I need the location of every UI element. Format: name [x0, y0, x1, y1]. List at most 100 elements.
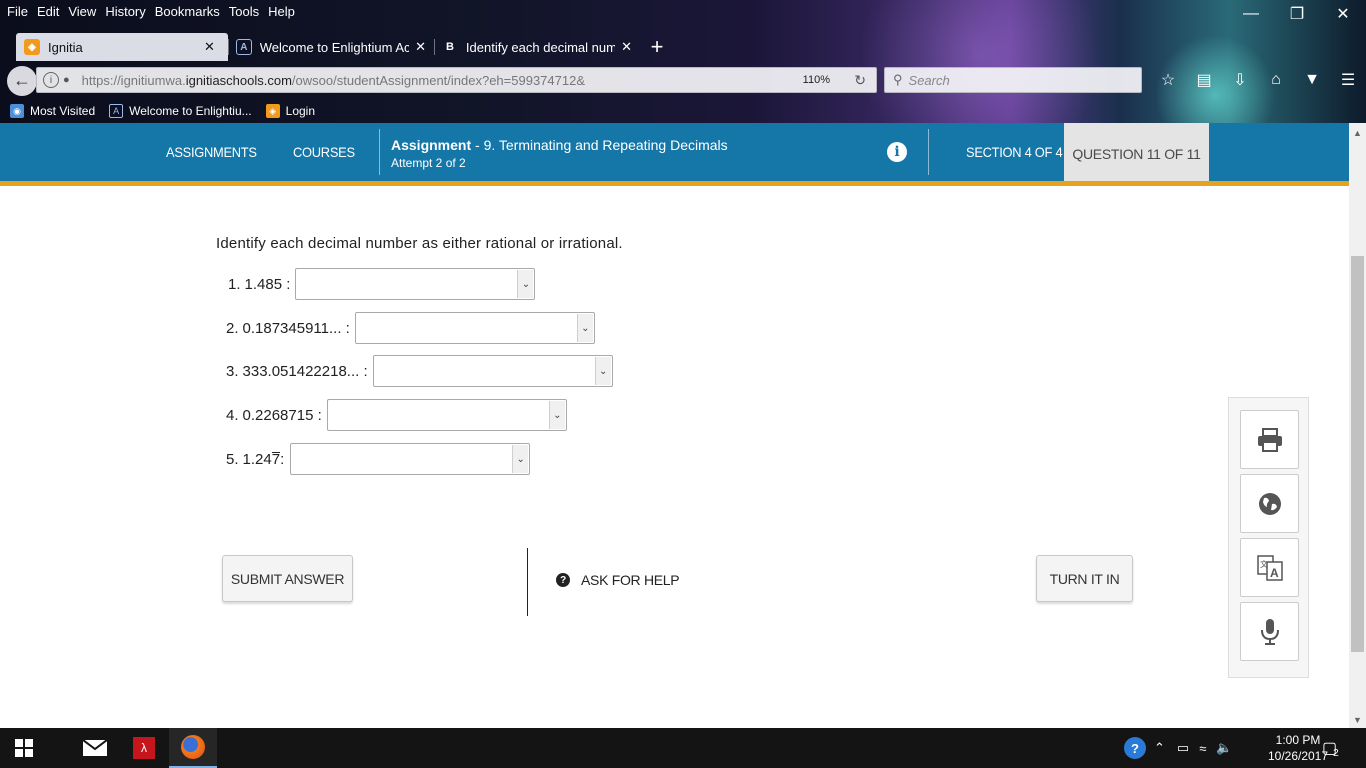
nav-courses[interactable]: COURSES	[293, 144, 355, 160]
zoom-level[interactable]: 110%	[803, 74, 830, 86]
hamburger-menu-icon[interactable]: ☰	[1330, 67, 1366, 93]
restore-icon[interactable]: ❐	[1274, 0, 1320, 28]
header-divider	[379, 129, 380, 175]
item-number: 5.	[226, 450, 239, 468]
volume-muted-icon[interactable]: 🔈	[1216, 740, 1232, 756]
bookmark-star-icon[interactable]: ☆	[1150, 67, 1186, 93]
menu-view[interactable]: View	[68, 4, 96, 19]
header-divider	[928, 129, 929, 175]
menu-file[interactable]: File	[7, 4, 28, 19]
answer-dropdown-2[interactable]: ⌄	[354, 312, 595, 344]
item-value-base: 1.24	[242, 450, 272, 468]
start-button[interactable]	[0, 728, 48, 768]
reading-list-icon[interactable]: ▤	[1186, 67, 1222, 93]
close-tab-icon[interactable]: ✕	[415, 39, 426, 55]
navigation-bar: ← i ● https://ignitiumwa.ignitiaschools.…	[0, 64, 1366, 97]
lock-icon: ●	[63, 74, 70, 86]
globe-bookmark-icon: ◉	[10, 104, 24, 118]
answer-dropdown-1[interactable]: ⌄	[295, 268, 536, 300]
scroll-down-icon[interactable]: ▼	[1349, 711, 1366, 728]
flame-icon: ◈	[24, 39, 40, 55]
menu-help[interactable]: Help	[268, 4, 295, 19]
menu-edit[interactable]: Edit	[37, 4, 59, 19]
minimize-icon[interactable]: —	[1228, 0, 1274, 28]
item-number: 1.	[228, 275, 241, 293]
acrobat-app-button[interactable]: λ	[120, 728, 168, 768]
item-number: 3.	[226, 362, 239, 380]
shield-icon: A	[109, 104, 124, 118]
printer-icon	[1257, 427, 1282, 452]
url-bar[interactable]: i ● https://ignitiumwa.ignitiaschools.co…	[36, 67, 877, 93]
bookmark-label: Login	[285, 104, 316, 118]
menu-bookmarks[interactable]: Bookmarks	[155, 4, 220, 19]
firefox-icon	[181, 735, 205, 759]
battery-icon[interactable]: ▭	[1177, 740, 1189, 756]
search-bar[interactable]: ⚲ Search	[884, 67, 1142, 93]
flame-icon: ◈	[265, 104, 280, 118]
help-tray-icon[interactable]: ?	[1124, 737, 1146, 759]
new-tab-button[interactable]: +	[640, 33, 674, 61]
tools-panel: A 文	[1228, 397, 1309, 678]
reload-icon[interactable]: ↻	[854, 72, 866, 89]
url-domain: ignitiaschools.com	[185, 72, 292, 88]
chevron-down-icon: ⌄	[576, 314, 593, 342]
tab-enlightium[interactable]: A Welcome to Enlightium Aca ✕	[228, 33, 434, 61]
answer-dropdown-4[interactable]: ⌄	[326, 399, 567, 431]
assignment-name: - 9. Terminating and Repeating Decimals	[471, 137, 728, 153]
home-icon[interactable]: ⌂	[1258, 67, 1294, 93]
bookmark-welcome[interactable]: A Welcome to Enlightiu...	[109, 104, 252, 118]
section-indicator: SECTION 4 OF 4	[966, 144, 1063, 160]
bookmark-label: Most Visited	[30, 104, 96, 118]
bookmark-login[interactable]: ◈ Login	[265, 104, 316, 118]
question-item-1: 1. 1.485 : ⌄	[228, 268, 536, 300]
scroll-up-icon[interactable]: ▲	[1349, 124, 1366, 141]
item-value: 0.2268715 :	[242, 406, 322, 424]
ask-for-help-link[interactable]: ? ASK FOR HELP	[556, 572, 680, 588]
repeating-digit: 7	[271, 450, 281, 468]
svg-text:A: A	[1270, 566, 1279, 580]
answer-dropdown-5[interactable]: ⌄	[290, 443, 531, 475]
globe-button[interactable]	[1240, 474, 1299, 533]
back-button[interactable]: ←	[7, 65, 37, 96]
mail-app-button[interactable]	[71, 728, 119, 768]
close-tab-icon[interactable]: ✕	[621, 39, 632, 55]
url-prefix: https://ignitiumwa.	[81, 72, 186, 88]
url-text: https://ignitiumwa.ignitiaschools.com/ow…	[82, 73, 585, 88]
info-icon[interactable]: i	[887, 142, 907, 162]
microphone-button[interactable]	[1240, 602, 1299, 661]
nav-assignments[interactable]: ASSIGNMENTS	[166, 144, 257, 160]
scrollbar-thumb[interactable]	[1351, 256, 1364, 652]
download-icon[interactable]: ⇩	[1222, 67, 1258, 93]
assignment-header: ASSIGNMENTS COURSES Assignment - 9. Term…	[0, 123, 1349, 185]
wifi-icon[interactable]: ≈	[1199, 741, 1206, 756]
menu-tools[interactable]: Tools	[229, 4, 259, 19]
item-number: 4.	[226, 406, 239, 424]
firefox-app-button[interactable]	[169, 728, 217, 768]
answer-dropdown-3[interactable]: ⌄	[372, 355, 613, 387]
close-tab-icon[interactable]: ✕	[204, 39, 215, 55]
assignment-title: Assignment - 9. Terminating and Repeatin…	[391, 137, 728, 153]
bookmarks-bar: ◉ Most Visited A Welcome to Enlightiu...…	[0, 100, 319, 122]
question-item-5: 5. 1.24 7 : ⌄	[226, 443, 531, 475]
bookmark-most-visited[interactable]: ◉ Most Visited	[10, 104, 95, 118]
url-path: /owsoo/studentAssignment/index?eh=599374…	[291, 72, 585, 88]
windows-logo-icon	[15, 739, 33, 757]
tab-ignitia[interactable]: ◈ Ignitia ✕	[16, 33, 228, 61]
print-button[interactable]	[1240, 410, 1299, 469]
translate-button[interactable]: A 文	[1240, 538, 1299, 597]
menu-history[interactable]: History	[105, 4, 145, 19]
acrobat-icon: λ	[133, 737, 155, 759]
mail-icon	[83, 740, 107, 756]
chevron-down-icon: ⌄	[594, 357, 611, 385]
action-center-button[interactable]: ▢ 2	[1322, 728, 1339, 768]
chevron-up-icon[interactable]: ⌃	[1154, 740, 1165, 756]
submit-answer-button[interactable]: SUBMIT ANSWER	[222, 555, 353, 602]
bookmark-label: Welcome to Enlightiu...	[129, 104, 252, 118]
info-icon[interactable]: i	[43, 72, 59, 88]
pocket-icon[interactable]: ▼	[1294, 67, 1330, 93]
item-value: 1.485 :	[244, 275, 291, 293]
close-window-icon[interactable]: ✕	[1320, 0, 1366, 28]
globe-icon	[1258, 492, 1281, 515]
turn-it-in-button[interactable]: TURN IT IN	[1036, 555, 1133, 602]
tab-identify[interactable]: B Identify each decimal numb ✕	[434, 33, 640, 61]
